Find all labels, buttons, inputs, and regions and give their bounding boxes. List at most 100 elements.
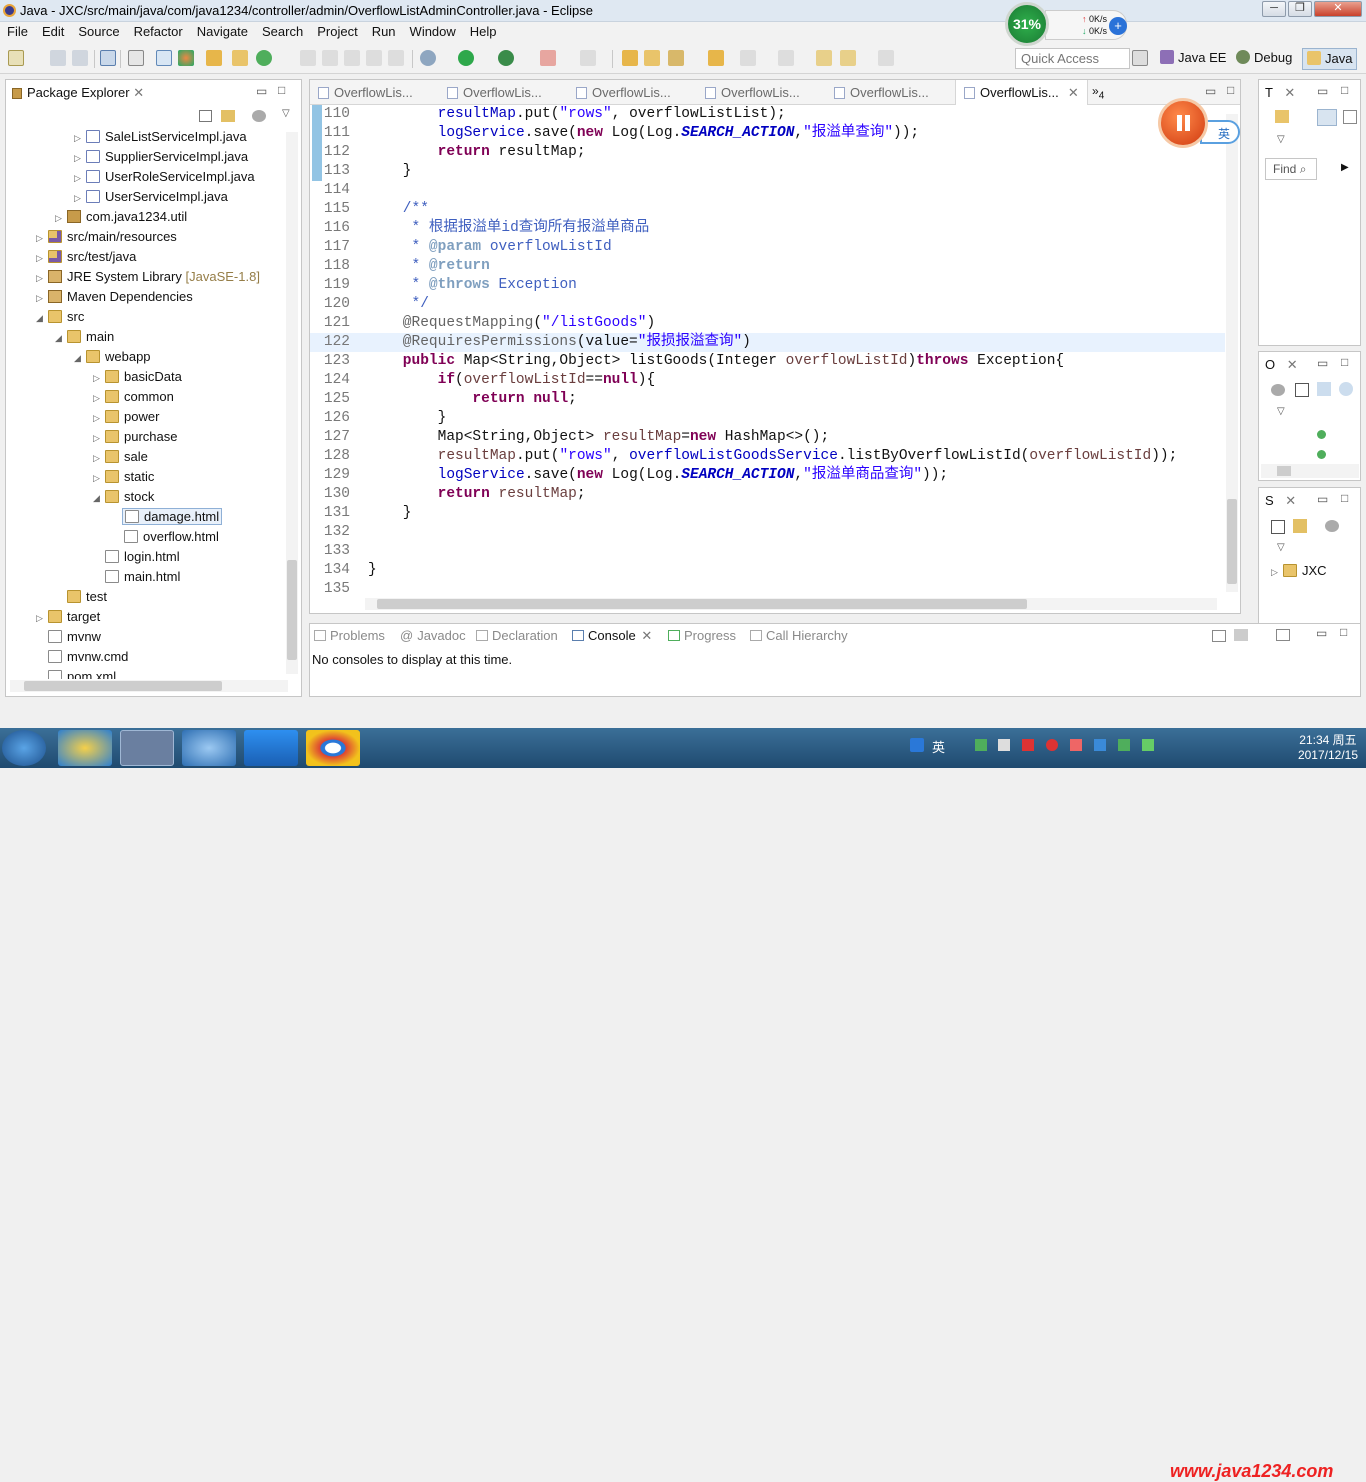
next-annotation-icon[interactable] (778, 50, 794, 66)
tree-item[interactable]: ▷ src/test/java (36, 248, 136, 268)
open-perspective-icon[interactable] (1132, 50, 1148, 66)
view-menu-icon[interactable]: ▽ (1277, 406, 1285, 417)
tree-item[interactable]: pom.xml (48, 668, 116, 679)
highlight-icon[interactable] (344, 50, 360, 66)
close-tab-icon[interactable]: ✕ (133, 85, 144, 100)
vertical-scrollbar[interactable] (286, 132, 298, 674)
ime-language[interactable]: 英 (932, 737, 945, 756)
terminal-icon[interactable] (100, 50, 116, 66)
minimize-view-icon[interactable]: ▭ (256, 84, 267, 98)
menu-project[interactable]: Project (310, 22, 364, 39)
code-line[interactable]: 125 return null; (310, 390, 1225, 409)
close-tab-icon[interactable]: ✕ (1068, 85, 1079, 101)
collapse-all-icon[interactable] (1295, 383, 1309, 397)
code-line[interactable]: 130 return resultMap; (310, 485, 1225, 504)
code-line[interactable]: 115 /** (310, 200, 1225, 219)
run-icon[interactable] (458, 50, 474, 66)
code-line[interactable]: 119 * @throws Exception (310, 276, 1225, 295)
close-tab-icon[interactable]: ✕ (641, 628, 652, 643)
toggle-view-icon[interactable] (156, 50, 172, 66)
tree-item[interactable]: ▷ com.java1234.util (55, 208, 187, 228)
perspective-debug[interactable]: Debug (1232, 48, 1296, 70)
paragraph-icon[interactable] (388, 50, 404, 66)
find-input[interactable]: Find ⌕ (1265, 158, 1317, 180)
code-line[interactable]: 111 logService.save(new Log(Log.SEARCH_A… (310, 124, 1225, 143)
ime-icon[interactable] (910, 738, 924, 752)
view-menu-icon[interactable]: ▽ (1277, 542, 1285, 553)
tree-item[interactable]: mvnw (48, 628, 101, 648)
system-clock[interactable]: 21:34 周五 2017/12/15 (1298, 733, 1358, 763)
web-browser-icon[interactable] (178, 50, 194, 66)
debug-icon[interactable] (420, 50, 436, 66)
maximize-view-icon[interactable]: □ (1341, 491, 1348, 505)
pin-icon[interactable] (128, 50, 144, 66)
code-line[interactable]: 114 (310, 181, 1225, 200)
editor-tab[interactable]: OverflowLis... (568, 80, 671, 105)
sort-icon[interactable] (1317, 382, 1331, 396)
open-type-icon[interactable] (622, 50, 638, 66)
code-line[interactable]: 134} (310, 561, 1225, 580)
hide-nonpublic-icon[interactable] (1339, 382, 1353, 396)
tree-item[interactable]: main.html (105, 568, 180, 588)
minimize-view-icon[interactable]: ▭ (1316, 626, 1327, 640)
menu-help[interactable]: Help (463, 22, 504, 39)
code-line[interactable]: 121 @RequestMapping("/listGoods") (310, 314, 1225, 333)
last-edit-icon[interactable] (816, 50, 832, 66)
code-line[interactable]: 116 * 根据报溢单id查询所有报溢单商品 (310, 219, 1225, 238)
filter-icon[interactable] (252, 110, 266, 122)
code-line[interactable]: 131 } (310, 504, 1225, 523)
open-folder-icon[interactable] (644, 50, 660, 66)
tab-progress[interactable]: Progress (668, 628, 736, 643)
perspective-java-ee[interactable]: Java EE (1156, 48, 1230, 70)
tree-item[interactable]: ◢ src (36, 308, 84, 328)
tree-item[interactable]: login.html (105, 548, 180, 568)
collapse-icon[interactable] (1343, 110, 1357, 124)
save-icon[interactable] (50, 50, 66, 66)
code-line[interactable]: 112 return resultMap; (310, 143, 1225, 162)
code-line[interactable]: 124 if(overflowListId==null){ (310, 371, 1225, 390)
code-line[interactable]: 127 Map<String,Object> resultMap=new Has… (310, 428, 1225, 447)
pin-console-icon[interactable] (1212, 630, 1226, 642)
perspective-java[interactable]: Java (1302, 48, 1358, 70)
minimize-view-icon[interactable]: ▭ (1317, 492, 1328, 506)
tree-item[interactable]: ▷ SaleListServiceImpl.java (74, 128, 247, 148)
close-button[interactable]: ✕ (1314, 1, 1362, 17)
code-line[interactable]: 120 */ (310, 295, 1225, 314)
menu-file[interactable]: File (0, 22, 35, 39)
task-icon[interactable] (668, 50, 684, 66)
block-icon[interactable] (366, 50, 382, 66)
tab-declaration[interactable]: Declaration (476, 628, 558, 643)
code-line[interactable]: 122 @RequiresPermissions(value="报损报溢查询") (310, 333, 1225, 352)
stop-icon[interactable] (540, 50, 556, 66)
editor-tab[interactable]: OverflowLis... (439, 80, 542, 105)
tree-item[interactable]: ▷ common (93, 388, 174, 408)
code-line[interactable]: 110 resultMap.put("rows", overflowListLi… (310, 105, 1225, 124)
maximize-view-icon[interactable]: □ (1340, 625, 1347, 639)
maximize-view-icon[interactable]: □ (1341, 355, 1348, 369)
menu-refactor[interactable]: Refactor (127, 22, 190, 39)
tree-item[interactable]: ▷ JRE System Library [JavaSE-1.8] (36, 268, 260, 288)
open-resource-icon[interactable] (708, 50, 724, 66)
editor-tab[interactable]: OverflowLis... (310, 80, 413, 105)
security-icon[interactable] (1118, 739, 1130, 751)
new-task-icon[interactable] (1275, 110, 1289, 123)
chrome-taskbar-icon[interactable] (306, 730, 360, 766)
build-icon[interactable] (206, 50, 222, 66)
view-menu-icon[interactable]: ▽ (282, 108, 290, 119)
outline-view-tab[interactable]: O ✕ (1265, 357, 1298, 373)
tree-item[interactable]: ◢ webapp (74, 348, 151, 368)
refresh-icon[interactable] (256, 50, 272, 66)
menu-source[interactable]: Source (71, 22, 126, 39)
close-tab-icon[interactable]: ✕ (1285, 493, 1296, 508)
link-icon[interactable] (1293, 519, 1307, 533)
code-line[interactable]: 113 } (310, 162, 1225, 181)
step-icon[interactable] (580, 50, 596, 66)
menu-search[interactable]: Search (255, 22, 310, 39)
tree-item[interactable]: ▷ purchase (93, 428, 177, 448)
tray-icon[interactable] (1070, 739, 1082, 751)
tree-item[interactable]: ▷ Maven Dependencies (36, 288, 193, 308)
minimize-editor-icon[interactable]: ▭ (1205, 84, 1216, 98)
eclipse-taskbar-icon[interactable] (120, 730, 174, 766)
save-all-icon[interactable] (72, 50, 88, 66)
minimize-button[interactable]: ─ (1262, 1, 1286, 17)
